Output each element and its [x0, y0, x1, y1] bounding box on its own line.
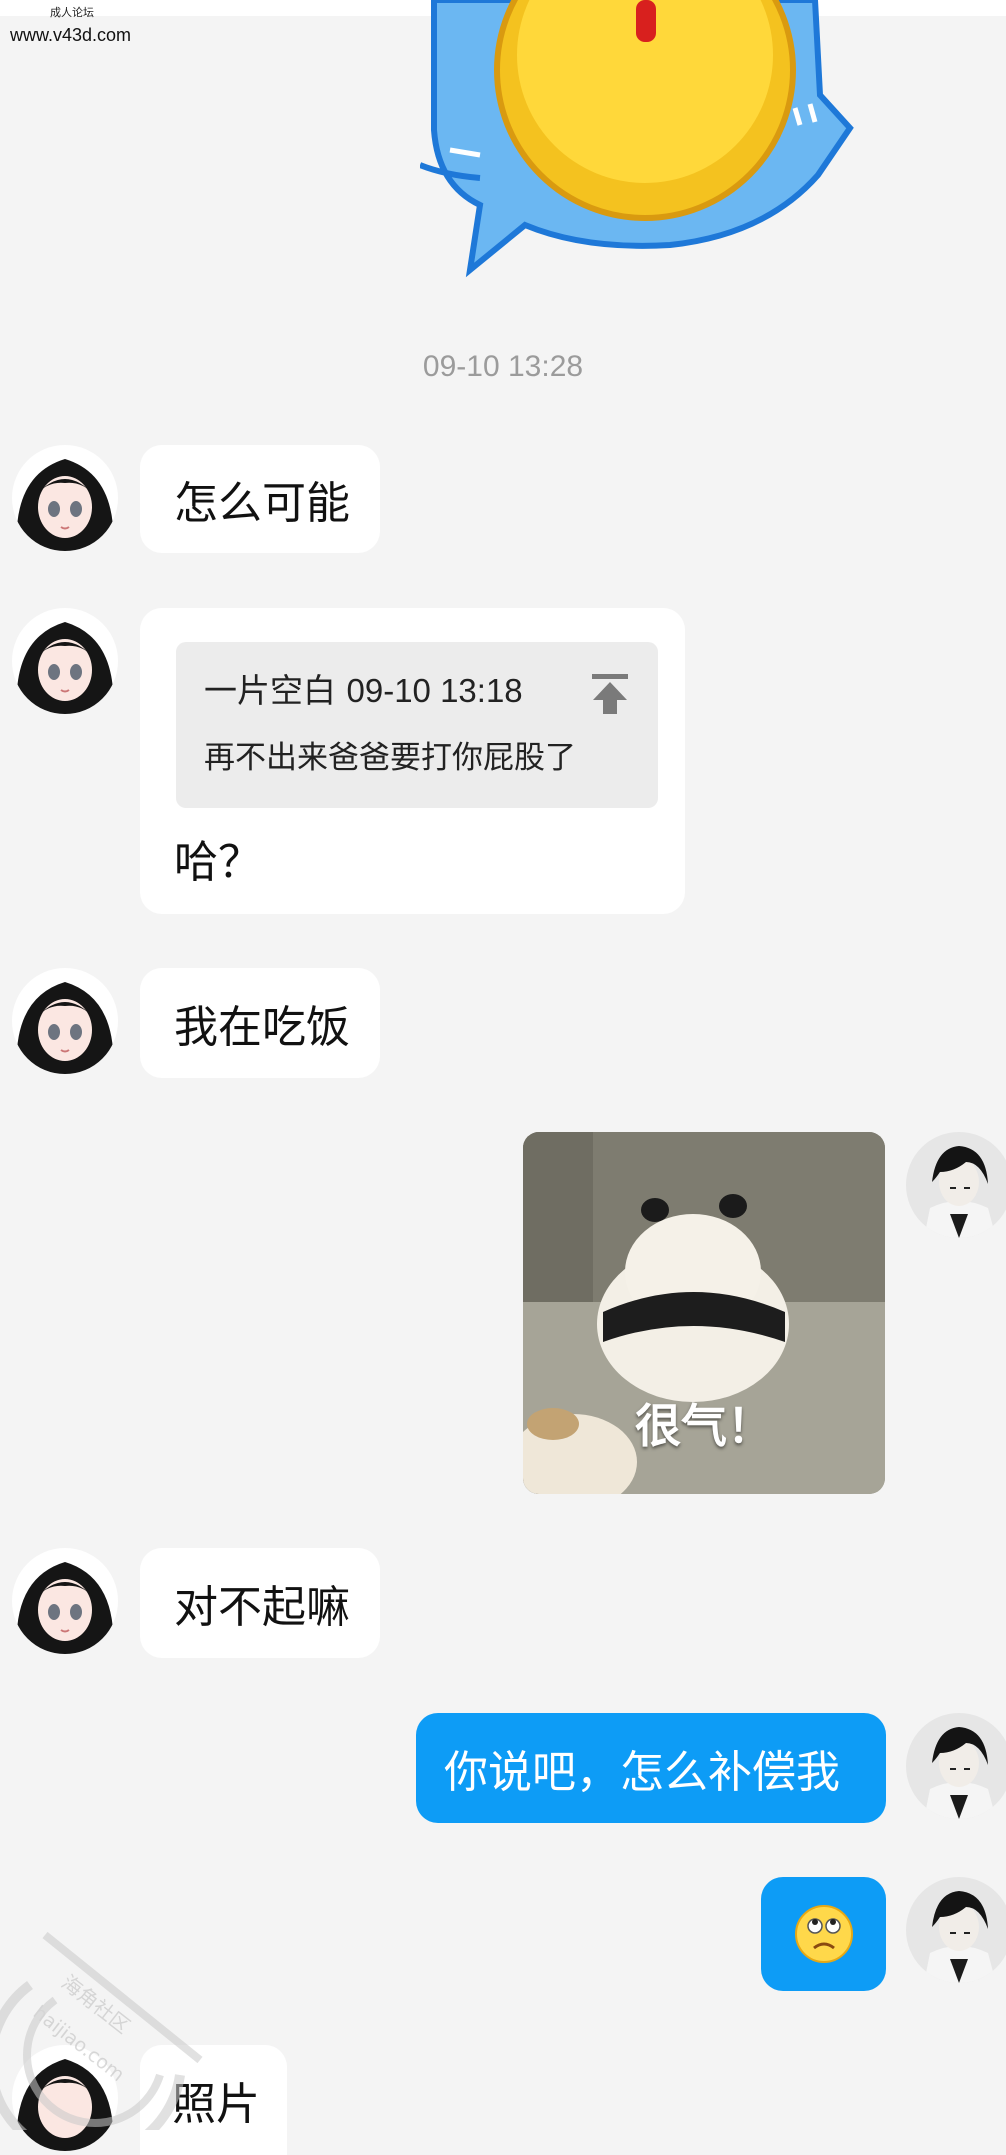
message-text: 对不起嘛 — [174, 1582, 350, 1633]
message-text: 怎么可能 — [174, 478, 350, 529]
outgoing-emoji-bubble[interactable] — [761, 1877, 886, 1991]
message-text: 我在吃饭 — [174, 1002, 350, 1053]
contact-avatar[interactable] — [12, 608, 118, 714]
quote-author: 一片空白 — [204, 671, 336, 710]
contact-avatar[interactable] — [12, 968, 118, 1074]
message-bubble[interactable]: 对不起嘛 — [140, 1548, 380, 1658]
quote-time: 09-10 13:18 — [346, 672, 523, 709]
contact-avatar[interactable] — [12, 1548, 118, 1654]
quoted-message[interactable]: 一片空白 09-10 13:18 再不出来爸爸要打你屁股了 — [176, 642, 658, 808]
watermark-logo: 海角社区 haijiao.com — [0, 1925, 210, 2155]
user-avatar[interactable] — [906, 1132, 1006, 1238]
site-url: www.v43d.com — [10, 25, 132, 45]
jump-to-top-icon[interactable] — [590, 672, 630, 716]
message-text: 哈？ — [174, 837, 262, 888]
quote-text: 再不出来爸爸要打你屁股了 — [204, 740, 576, 776]
site-tag: 成人论坛 — [50, 6, 94, 19]
outgoing-message-bubble[interactable]: 你说吧，怎么补偿我 — [416, 1713, 886, 1823]
message-bubble[interactable]: 怎么可能 — [140, 445, 380, 553]
contact-avatar[interactable] — [12, 445, 118, 551]
panda-sticker-image[interactable]: 很气！ — [523, 1132, 885, 1494]
message-bubble[interactable]: 我在吃饭 — [140, 968, 380, 1078]
user-avatar[interactable] — [906, 1877, 1006, 1983]
emoji-sticker-image[interactable] — [418, 0, 860, 290]
eye-roll-face-icon — [794, 1905, 853, 1963]
quote-header: 一片空白 09-10 13:18 — [204, 664, 523, 712]
message-timestamp: 09-10 13:28 — [422, 350, 584, 383]
message-bubble-with-quote[interactable]: 一片空白 09-10 13:18 再不出来爸爸要打你屁股了 哈？ — [140, 608, 685, 914]
image-caption: 很气！ — [635, 1399, 773, 1453]
message-text: 你说吧，怎么补偿我 — [444, 1747, 840, 1798]
user-avatar[interactable] — [906, 1713, 1006, 1819]
